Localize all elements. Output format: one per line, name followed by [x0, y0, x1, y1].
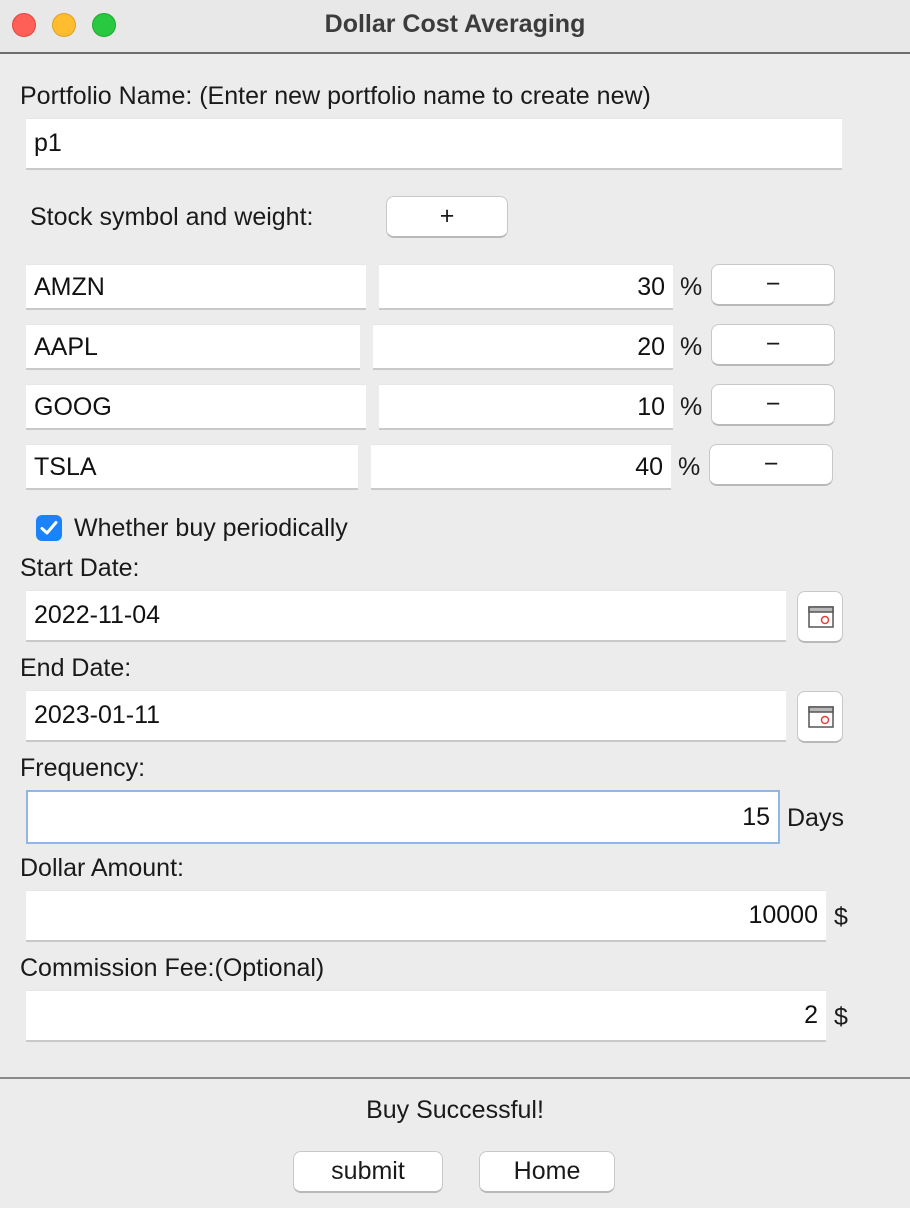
commission-fee-label: Commission Fee:(Optional)	[20, 954, 325, 982]
end-date-input[interactable]: 2023-01-11	[26, 690, 786, 742]
buy-periodically-checkbox[interactable]	[36, 515, 62, 541]
submit-button[interactable]: submit	[293, 1151, 443, 1193]
calendar-icon	[808, 706, 834, 728]
end-date-label: End Date:	[20, 654, 132, 682]
stock-weight-input[interactable]: 20	[373, 324, 673, 370]
stock-symbol-input[interactable]: GOOG	[26, 384, 366, 430]
stock-weight-input[interactable]: 10	[379, 384, 673, 430]
remove-stock-button[interactable]: −	[711, 324, 835, 366]
stock-symbol-input[interactable]: AMZN	[26, 264, 366, 310]
stock-weight-input[interactable]: 40	[371, 444, 671, 490]
end-date-picker-button[interactable]	[797, 691, 843, 743]
frequency-label: Frequency:	[20, 754, 146, 782]
stock-symbol-label: Stock symbol and weight:	[30, 203, 314, 231]
checkmark-icon	[40, 521, 58, 535]
home-button[interactable]: Home	[479, 1151, 615, 1193]
title-bar: Dollar Cost Averaging	[0, 0, 910, 54]
buy-periodically-label: Whether buy periodically	[74, 514, 348, 542]
dollar-amount-input[interactable]: 10000	[26, 890, 826, 942]
start-date-picker-button[interactable]	[797, 591, 843, 643]
portfolio-name-input[interactable]: p1	[26, 118, 842, 170]
calendar-icon	[808, 606, 834, 628]
frequency-input[interactable]: 15	[26, 790, 780, 844]
commission-unit: $	[834, 1003, 848, 1031]
stock-symbol-input[interactable]: AAPL	[26, 324, 360, 370]
remove-stock-button[interactable]: −	[711, 384, 835, 426]
stock-weight-input[interactable]: 30	[379, 264, 673, 310]
percent-sign: %	[680, 333, 703, 361]
remove-stock-button[interactable]: −	[709, 444, 833, 486]
dollar-amount-label: Dollar Amount:	[20, 854, 184, 882]
status-message: Buy Successful!	[366, 1096, 544, 1124]
start-date-input[interactable]: 2022-11-04	[26, 590, 786, 642]
percent-sign: %	[678, 453, 701, 481]
window-title: Dollar Cost Averaging	[324, 10, 586, 38]
commission-fee-input[interactable]: 2	[26, 990, 826, 1042]
percent-sign: %	[680, 273, 703, 301]
add-stock-button[interactable]: +	[386, 196, 508, 238]
portfolio-name-label: Portfolio Name: (Enter new portfolio nam…	[20, 82, 651, 110]
stock-symbol-input[interactable]: TSLA	[26, 444, 358, 490]
remove-stock-button[interactable]: −	[711, 264, 835, 306]
percent-sign: %	[680, 393, 703, 421]
frequency-unit: Days	[787, 804, 844, 832]
dollar-unit: $	[834, 903, 848, 931]
divider	[0, 1077, 910, 1079]
start-date-label: Start Date:	[20, 554, 140, 582]
